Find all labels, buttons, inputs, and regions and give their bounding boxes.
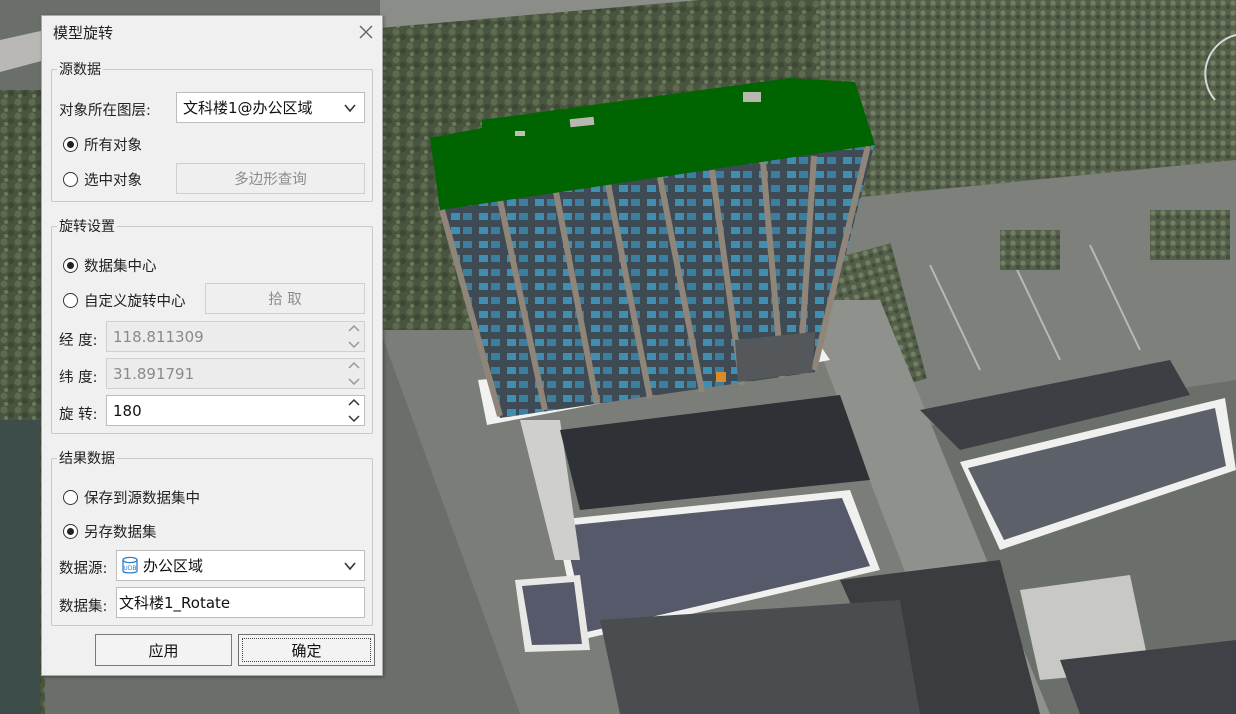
radio-unselected-icon: [63, 490, 78, 505]
source-data-legend: 源数据: [57, 59, 103, 79]
ok-button[interactable]: 确定: [238, 634, 375, 666]
rotation-label: 旋 转:: [59, 407, 98, 423]
radio-selected-icon: [63, 524, 78, 539]
model-rotate-dialog: 模型旋转 源数据 对象所在图层: 文科楼1@办公区域 所有对象 选中对象 多边形…: [41, 15, 383, 676]
pick-button[interactable]: 拾 取: [205, 283, 365, 314]
close-icon: [359, 25, 373, 39]
result-data-group: 结果数据 保存到源数据集中 另存数据集 数据源: UDB 办公区域 数据集: 文…: [51, 448, 373, 626]
latitude-value: 31.891791: [113, 364, 195, 383]
polygon-query-button[interactable]: 多边形查询: [176, 163, 365, 194]
rotation-angle-value: 180: [113, 401, 142, 420]
udb-datasource-icon: UDB: [122, 556, 138, 574]
rotation-angle-input[interactable]: 180: [106, 395, 365, 426]
latitude-input[interactable]: 31.891791: [106, 358, 365, 389]
radio-unselected-icon: [63, 172, 78, 187]
latitude-label: 纬 度:: [59, 370, 98, 386]
dataset-name-input[interactable]: 文科楼1_Rotate: [116, 587, 365, 618]
save-to-source-radio[interactable]: 保存到源数据集中: [63, 487, 200, 508]
longitude-label: 经 度:: [59, 333, 98, 349]
save-to-source-label: 保存到源数据集中: [84, 491, 200, 507]
spin-up-icon: [348, 398, 360, 406]
all-objects-label: 所有对象: [84, 138, 142, 154]
custom-center-radio[interactable]: 自定义旋转中心: [63, 290, 186, 311]
datasource-value: 办公区域: [143, 557, 204, 575]
rotation-settings-legend: 旋转设置: [57, 216, 117, 236]
dataset-center-label: 数据集中心: [84, 259, 157, 275]
datasource-select[interactable]: UDB 办公区域: [116, 550, 365, 581]
svg-text:UDB: UDB: [123, 565, 136, 572]
source-data-group: 源数据 对象所在图层: 文科楼1@办公区域 所有对象 选中对象 多边形查询: [51, 59, 373, 202]
dialog-title: 模型旋转: [53, 24, 114, 42]
apply-button[interactable]: 应用: [95, 634, 232, 666]
spin-down-icon: [348, 378, 360, 386]
dataset-label: 数据集:: [59, 599, 108, 615]
spin-down-icon: [348, 341, 360, 349]
dataset-center-radio[interactable]: 数据集中心: [63, 255, 157, 276]
spin-down-icon: [348, 415, 360, 423]
radio-selected-icon: [63, 137, 78, 152]
layer-value: 文科楼1@办公区域: [183, 99, 313, 117]
longitude-value: 118.811309: [113, 327, 204, 346]
dataset-name-value: 文科楼1_Rotate: [119, 594, 231, 612]
spin-arrows[interactable]: [347, 361, 361, 386]
spin-arrows[interactable]: [347, 398, 361, 423]
close-button[interactable]: [356, 22, 376, 42]
radio-unselected-icon: [63, 293, 78, 308]
chevron-down-icon: [344, 104, 356, 113]
selected-objects-label: 选中对象: [84, 173, 142, 189]
selected-objects-radio[interactable]: 选中对象: [63, 169, 142, 190]
datasource-label: 数据源:: [59, 561, 108, 577]
save-as-radio[interactable]: 另存数据集: [63, 521, 157, 542]
spin-up-icon: [348, 324, 360, 332]
rotation-settings-group: 旋转设置 数据集中心 自定义旋转中心 拾 取 经 度: 118.811309 纬…: [51, 216, 373, 434]
radio-selected-icon: [63, 258, 78, 273]
spin-arrows[interactable]: [347, 324, 361, 349]
custom-center-label: 自定义旋转中心: [84, 294, 186, 310]
layer-label: 对象所在图层:: [59, 103, 151, 119]
result-data-legend: 结果数据: [57, 448, 117, 468]
save-as-label: 另存数据集: [84, 525, 157, 541]
all-objects-radio[interactable]: 所有对象: [63, 134, 142, 155]
longitude-input[interactable]: 118.811309: [106, 321, 365, 352]
chevron-down-icon: [344, 562, 356, 571]
layer-select[interactable]: 文科楼1@办公区域: [176, 92, 365, 123]
spin-up-icon: [348, 361, 360, 369]
